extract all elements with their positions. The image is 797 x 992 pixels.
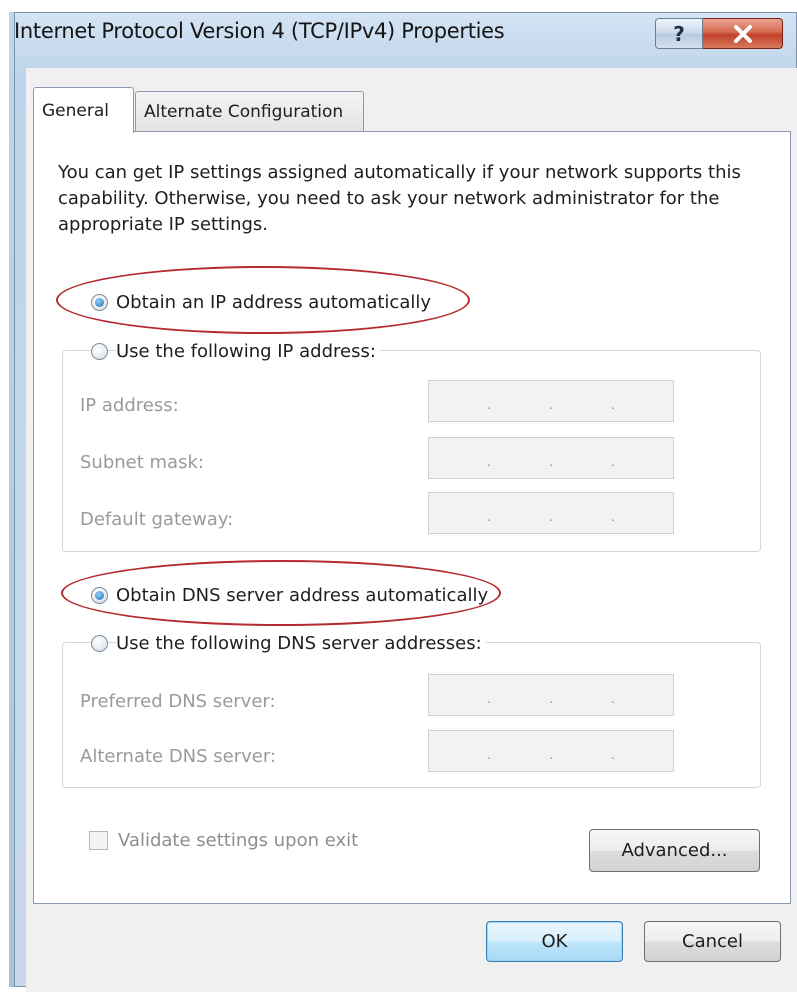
preferred-dns-label: Preferred DNS server: [80, 691, 276, 712]
intro-text: You can get IP settings assigned automat… [58, 162, 741, 235]
cancel-button[interactable]: Cancel [644, 921, 781, 962]
validate-settings-label: Validate settings upon exit [118, 830, 359, 851]
tab-general[interactable]: General [33, 87, 134, 133]
obtain-ip-auto-option[interactable]: Obtain an IP address automatically [91, 292, 431, 313]
subnet-mask-field: ... [428, 437, 674, 479]
tab-alternate-configuration-label: Alternate Configuration [144, 101, 344, 122]
close-button[interactable] [703, 18, 783, 49]
alternate-dns-field: ... [428, 730, 674, 772]
use-following-ip-label: Use the following IP address: [116, 341, 380, 362]
obtain-dns-auto-radio[interactable] [91, 587, 108, 604]
use-following-ip-radio[interactable] [91, 343, 108, 360]
screen-background [0, 0, 797, 12]
use-following-ip-option[interactable]: Use the following IP address: [91, 341, 380, 362]
ip-address-label: IP address: [80, 395, 179, 416]
obtain-dns-auto-option[interactable]: Obtain DNS server address automatically [91, 585, 488, 606]
close-icon [733, 24, 752, 43]
help-icon: ? [673, 21, 685, 46]
validate-settings-checkbox [89, 831, 108, 850]
default-gateway-label: Default gateway: [80, 509, 234, 530]
use-following-dns-option[interactable]: Use the following DNS server addresses: [91, 633, 486, 654]
preferred-dns-field: ... [428, 674, 674, 716]
use-following-dns-radio[interactable] [91, 635, 108, 652]
validate-settings-option: Validate settings upon exit [89, 830, 358, 851]
help-button[interactable]: ? [655, 18, 703, 49]
window-title: Internet Protocol Version 4 (TCP/IPv4) P… [14, 19, 505, 43]
tab-general-label: General [42, 100, 109, 121]
caption-buttons: ? [655, 18, 783, 49]
alternate-dns-label: Alternate DNS server: [80, 746, 277, 767]
obtain-ip-auto-radio[interactable] [91, 294, 108, 311]
obtain-ip-auto-label: Obtain an IP address automatically [116, 292, 432, 313]
obtain-dns-auto-label: Obtain DNS server address automatically [116, 585, 489, 606]
ip-address-field: ... [428, 380, 674, 422]
advanced-button[interactable]: Advanced... [589, 829, 760, 872]
subnet-mask-label: Subnet mask: [80, 452, 204, 473]
use-following-dns-label: Use the following DNS server addresses: [116, 633, 486, 654]
tab-alternate-configuration[interactable]: Alternate Configuration [135, 91, 364, 131]
default-gateway-field: ... [428, 492, 674, 534]
ok-button[interactable]: OK [486, 921, 623, 962]
